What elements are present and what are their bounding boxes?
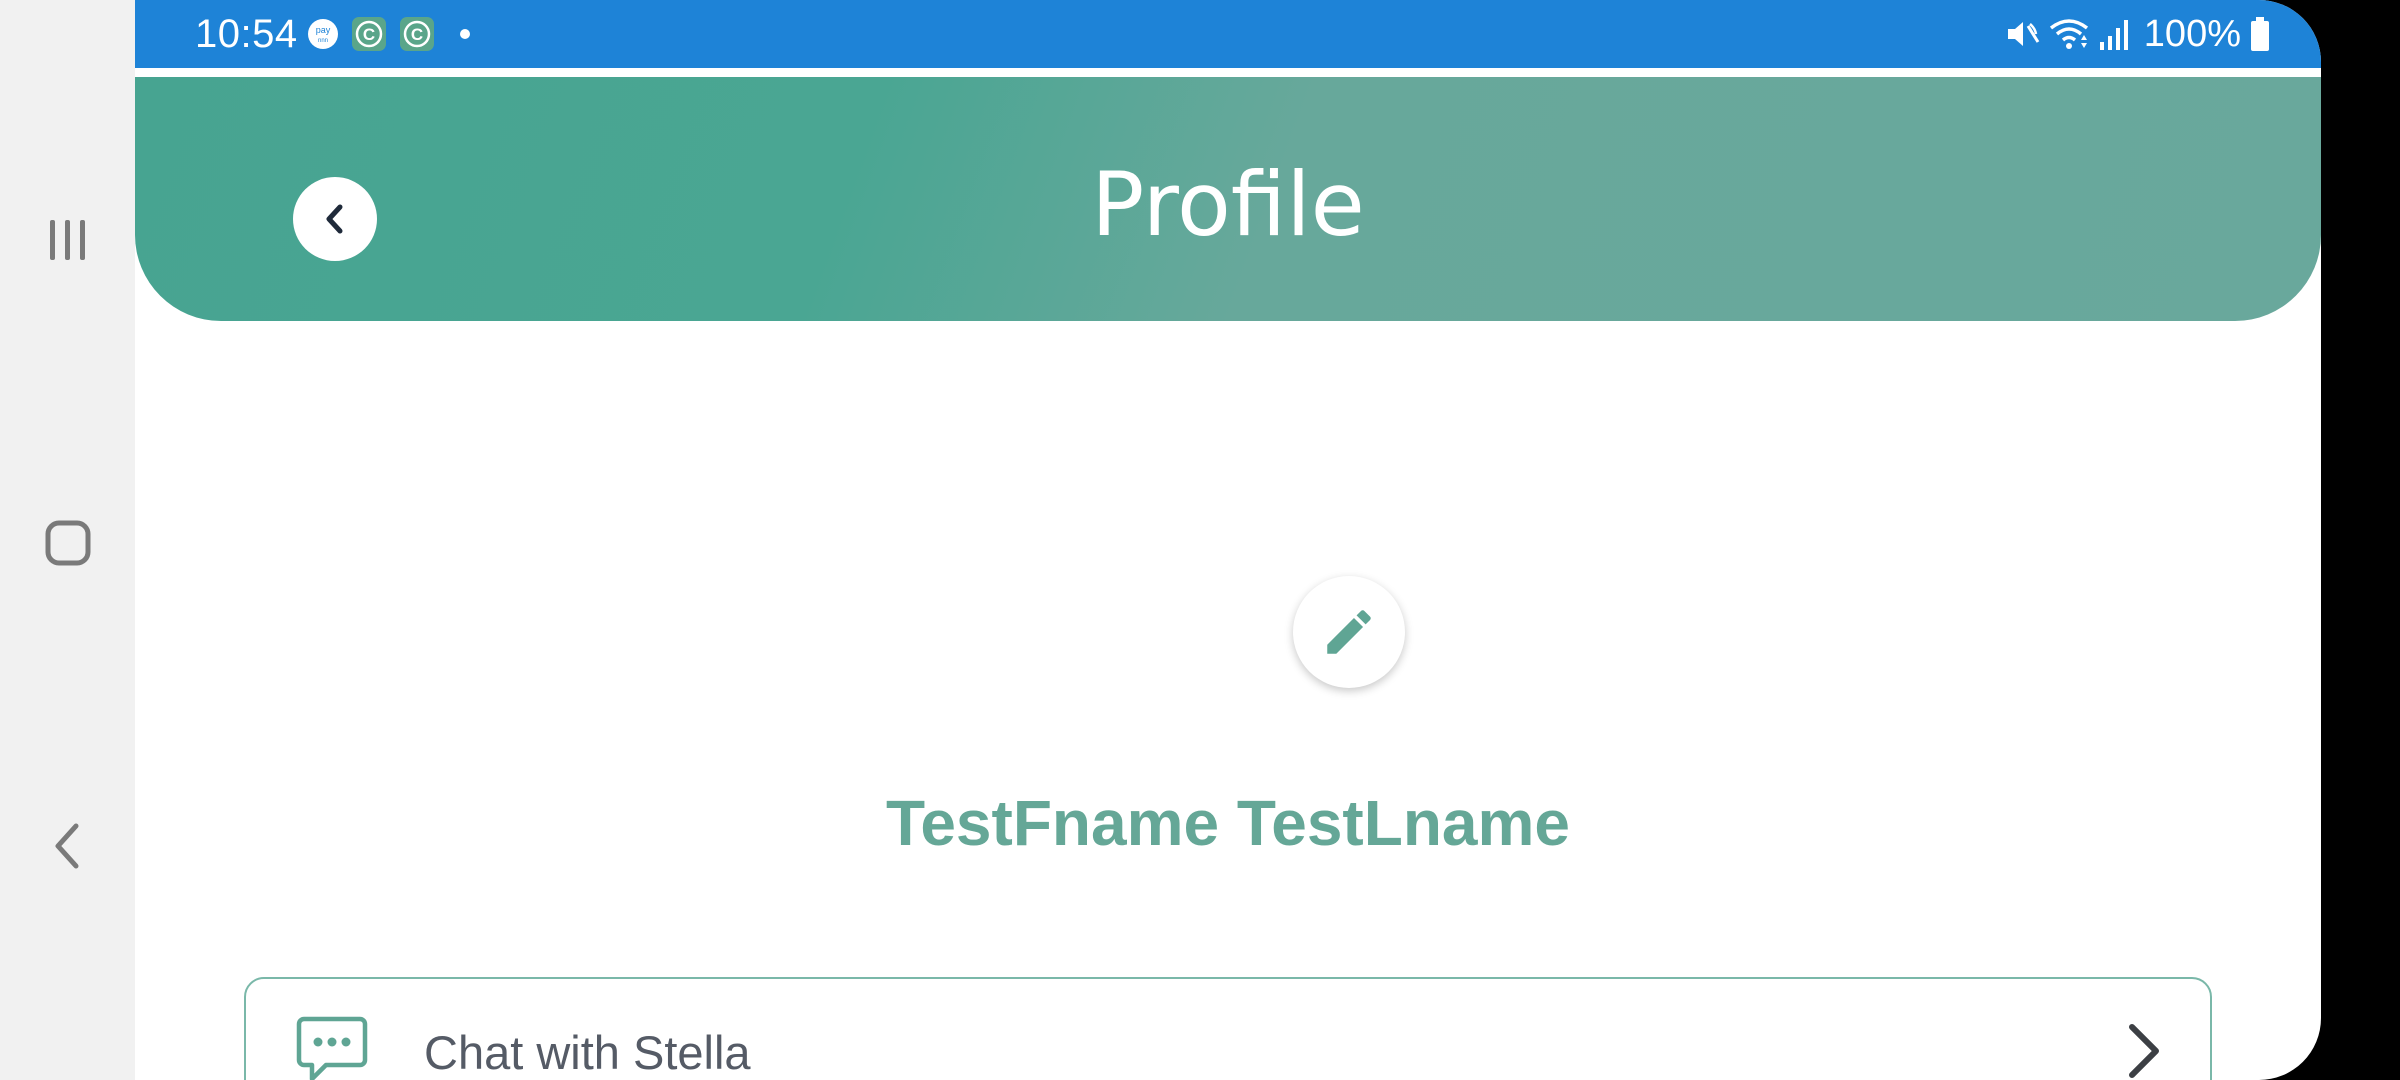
app-header: Profile bbox=[135, 77, 2321, 321]
svg-text:pay: pay bbox=[316, 25, 331, 35]
wifi-icon bbox=[2048, 16, 2090, 52]
recent-apps-icon bbox=[49, 220, 85, 260]
dot-icon bbox=[459, 28, 471, 40]
chevron-right-icon bbox=[2124, 1021, 2164, 1080]
back-arrow-icon bbox=[55, 823, 78, 869]
svg-text:nnn: nnn bbox=[318, 38, 328, 44]
battery-icon bbox=[2249, 16, 2271, 52]
chat-bubble-icon bbox=[296, 1015, 368, 1080]
home-button[interactable] bbox=[0, 483, 135, 603]
status-indicators: 100% bbox=[1996, 8, 2271, 60]
system-back-button[interactable] bbox=[0, 786, 135, 906]
page-title: Profile bbox=[1091, 153, 1365, 256]
battery-percentage: 100% bbox=[2143, 12, 2241, 55]
profile-name: TestFname TestLname bbox=[885, 787, 1571, 859]
notification-icons: pay nnn C C bbox=[307, 16, 483, 52]
recent-apps-button[interactable] bbox=[0, 180, 135, 300]
system-navigation-bar bbox=[0, 0, 135, 1080]
c-app-icon: C bbox=[399, 16, 435, 52]
menu-item-chat-with-stella[interactable]: Chat with Stella bbox=[244, 977, 2212, 1080]
signal-icon bbox=[2098, 16, 2132, 52]
status-time: 10:54 bbox=[195, 12, 298, 56]
status-divider bbox=[135, 68, 2321, 77]
status-bar: 10:54 pay nnn C C 100% bbox=[135, 0, 2321, 68]
menu-item-label: Chat with Stella bbox=[424, 1026, 751, 1079]
pencil-icon bbox=[1327, 610, 1371, 654]
mute-icon bbox=[2004, 16, 2040, 52]
svg-text:C: C bbox=[363, 25, 375, 44]
home-icon bbox=[45, 520, 90, 566]
edit-profile-button[interactable] bbox=[1293, 576, 1405, 688]
c-app-icon: C bbox=[351, 16, 387, 52]
pay-icon: pay nnn bbox=[307, 18, 339, 50]
svg-text:C: C bbox=[411, 25, 423, 44]
app-screen: 10:54 pay nnn C C 100% Profile TestFname… bbox=[135, 0, 2321, 1080]
